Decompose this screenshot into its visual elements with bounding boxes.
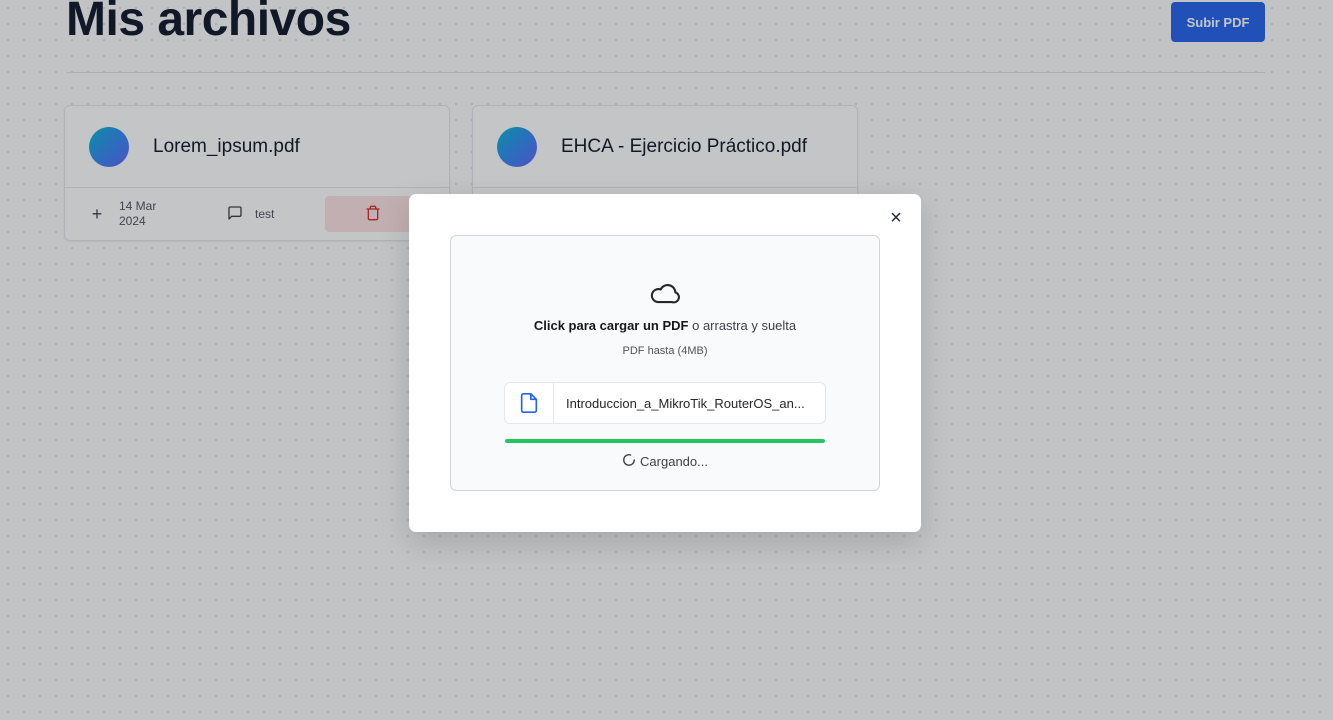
upload-dropzone[interactable]: Click para cargar un PDF o arrastra y su… [450,235,880,491]
upload-progress-fill [505,439,825,443]
file-icon [505,383,554,423]
loading-status: Cargando... [451,453,879,470]
spinner-icon [622,453,636,470]
dropzone-drag-text: o arrastra y suelta [688,318,797,333]
loading-text: Cargando... [640,454,708,469]
dropzone-hint: PDF hasta (4MB) [622,345,708,357]
dropzone-click-text: Click para cargar un PDF [533,318,689,333]
close-icon[interactable]: × [887,208,905,228]
dropzone-instruction: Click para cargar un PDF o arrastra y su… [451,318,879,333]
selected-file-name: Introduccion_a_MikroTik_RouterOS_an... [566,395,805,411]
upload-progress-bar [505,439,825,443]
selected-file: Introduccion_a_MikroTik_RouterOS_an... [504,382,826,424]
upload-modal: × Click para cargar un PDF o arrastra y … [409,194,921,532]
cloud-icon [649,280,681,311]
